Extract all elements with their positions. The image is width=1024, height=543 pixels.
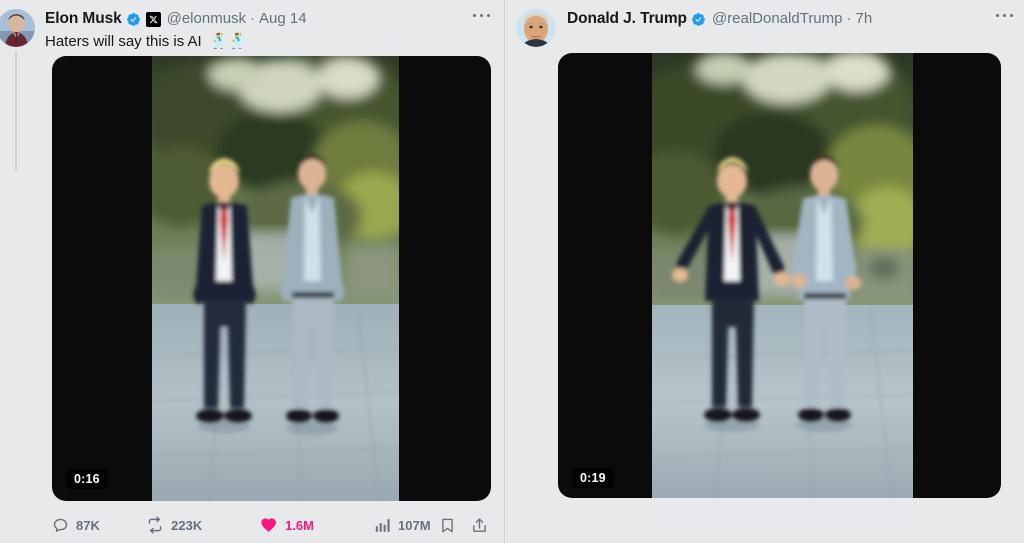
views-action[interactable]: 107M: [374, 517, 431, 534]
reply-action[interactable]: 87K: [52, 517, 146, 534]
repost-count: 223K: [171, 517, 203, 533]
video-scene-image: [652, 53, 913, 498]
tweet-comparison-view: Elon Musk @elonmusk · Aug 14 Haters will…: [0, 0, 1024, 543]
video-frame: [152, 55, 399, 501]
video-media-container[interactable]: 0:16: [52, 55, 491, 501]
views-count: 107M: [398, 517, 431, 533]
like-count: 1.6M: [285, 517, 314, 533]
bookmark-icon: [439, 517, 456, 534]
tweet-panel-donald-trump: Donald J. Trump @realDonaldTrump · 7h 0:…: [504, 0, 1024, 543]
tweet-header: Elon Musk @elonmusk · Aug 14 Haters will…: [0, 0, 504, 171]
video-duration-badge: 0:19: [572, 468, 614, 488]
more-options-icon[interactable]: [473, 14, 491, 18]
author-row: Elon Musk @elonmusk · Aug 14: [45, 9, 504, 29]
author-display-name[interactable]: Donald J. Trump: [567, 9, 687, 28]
x-premium-badge-icon: [145, 11, 161, 27]
video-media-container[interactable]: 0:19: [558, 53, 1001, 498]
bookmark-action[interactable]: [431, 517, 465, 534]
tweet-text-content: Haters will say this is AI: [45, 33, 202, 50]
heart-icon: [260, 516, 278, 534]
avatar[interactable]: [0, 9, 35, 47]
tweet-panel-elon-musk: Elon Musk @elonmusk · Aug 14 Haters will…: [0, 0, 504, 543]
tweet-header-body: Elon Musk @elonmusk · Aug 14 Haters will…: [39, 9, 504, 52]
author-handle[interactable]: @elonmusk: [167, 10, 246, 29]
tweet-emoji: 🕺🕺: [209, 33, 248, 51]
tweet-header-body: Donald J. Trump @realDonaldTrump · 7h: [561, 9, 1024, 29]
author-display-name[interactable]: Elon Musk: [45, 9, 122, 28]
reply-icon: [52, 517, 69, 534]
author-handle[interactable]: @realDonaldTrump: [712, 10, 843, 29]
repost-action[interactable]: 223K: [146, 516, 260, 534]
video-scene-image: [152, 55, 399, 501]
views-bar-chart-icon: [374, 517, 391, 534]
video-frame: [652, 53, 913, 498]
avatar-column: [517, 9, 561, 47]
tweet-action-bar: 87K 223K 1.6M 107M: [52, 516, 494, 534]
author-row: Donald J. Trump @realDonaldTrump · 7h: [567, 9, 1024, 29]
share-icon: [471, 517, 488, 534]
header-separator: ·: [846, 9, 852, 27]
tweet-timestamp[interactable]: 7h: [856, 10, 873, 29]
like-action[interactable]: 1.6M: [260, 516, 374, 534]
more-options-icon[interactable]: [996, 14, 1014, 18]
verified-badge-icon: [691, 12, 706, 27]
verified-badge-icon: [126, 12, 141, 27]
tweet-timestamp[interactable]: Aug 14: [259, 10, 307, 29]
header-separator: ·: [250, 9, 256, 27]
repost-icon: [146, 516, 164, 534]
avatar[interactable]: [517, 9, 555, 47]
avatar-column: [0, 9, 39, 171]
reply-count: 87K: [76, 517, 100, 533]
video-duration-badge: 0:16: [66, 468, 108, 489]
tweet-text: Haters will say this is AI 🕺🕺: [45, 32, 504, 52]
share-action[interactable]: [464, 517, 494, 534]
thread-connector-line: [15, 51, 17, 171]
tweet-header: Donald J. Trump @realDonaldTrump · 7h: [505, 0, 1024, 47]
